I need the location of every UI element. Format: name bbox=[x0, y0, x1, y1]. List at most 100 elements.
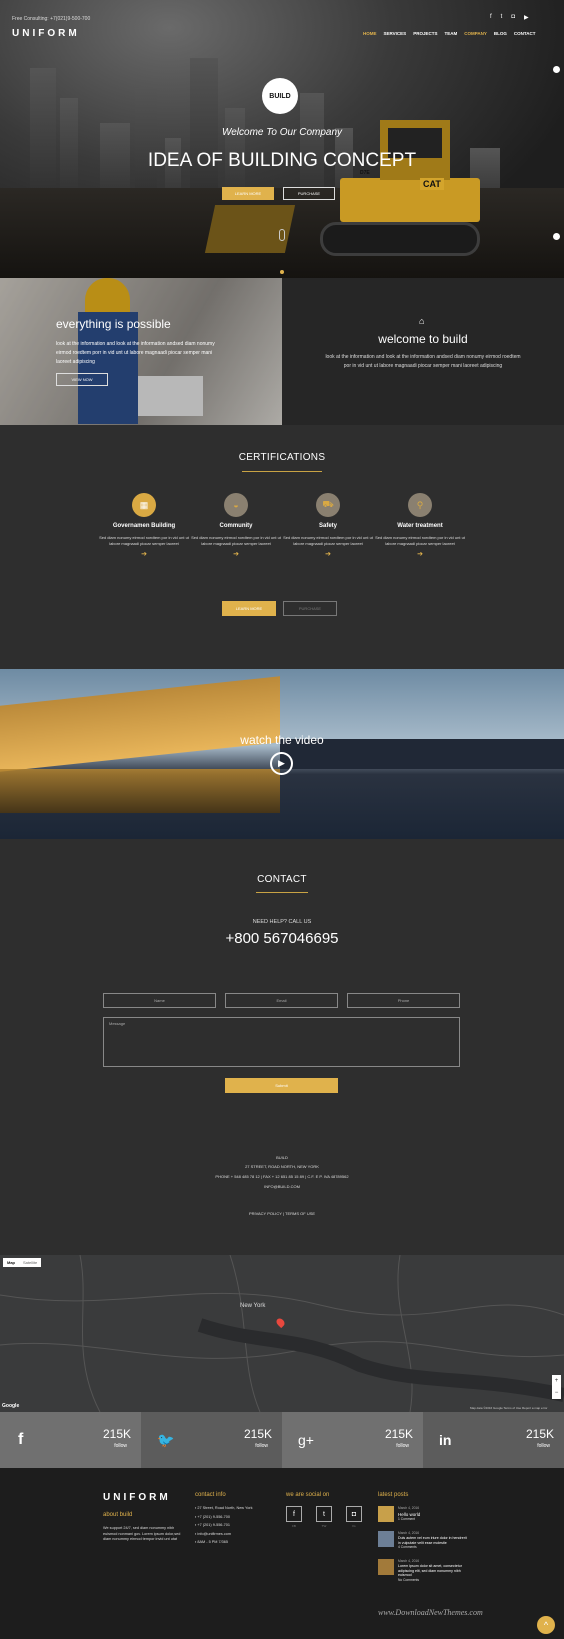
contact-section: CONTACT NEED HELP? CALL US +800 56704669… bbox=[0, 839, 564, 1255]
bulldozer-body bbox=[340, 178, 480, 222]
facebook-icon: f bbox=[18, 1431, 24, 1448]
instagram-icon: ◘ bbox=[346, 1506, 362, 1522]
view-now-button[interactable]: VIEW NOW bbox=[56, 373, 108, 386]
back-to-top-icon[interactable]: ^ bbox=[537, 1616, 555, 1634]
need-help-text: NEED HELP? CALL US bbox=[252, 919, 312, 925]
slider-dot[interactable] bbox=[280, 270, 284, 274]
post-thumbnail bbox=[378, 1506, 394, 1522]
post-thumbnail bbox=[378, 1530, 394, 1547]
cert-learn-more-button[interactable]: LEARN MORE bbox=[222, 601, 276, 616]
map-roads bbox=[0, 1255, 564, 1412]
social-facebook[interactable]: f 215K follow bbox=[0, 1412, 141, 1468]
twitter-icon: t bbox=[316, 1506, 332, 1522]
truck-icon: ⛟ bbox=[316, 493, 340, 517]
split-right-title: welcome to build bbox=[378, 332, 468, 346]
zoom-out-icon[interactable]: − bbox=[555, 1390, 559, 1396]
footer-facebook[interactable]: f FB bbox=[286, 1506, 302, 1528]
nav-home[interactable]: HOME bbox=[363, 31, 377, 36]
play-icon[interactable]: ▶ bbox=[270, 752, 293, 775]
slider-prev-icon[interactable] bbox=[553, 233, 560, 240]
social-follow: follow bbox=[114, 1443, 127, 1449]
arrow-right-icon[interactable]: ➔ bbox=[190, 550, 282, 558]
social-follow: follow bbox=[255, 1443, 268, 1449]
social-count: 215K bbox=[384, 1427, 413, 1441]
name-input[interactable]: Name bbox=[103, 993, 216, 1008]
post-title[interactable]: Lorem ipsum dolor sit amet, consectetur … bbox=[398, 1564, 468, 1578]
scroll-mouse-icon bbox=[279, 229, 285, 241]
nav-contact[interactable]: CONTACT bbox=[514, 31, 536, 36]
split-left-panel: everything is possible look at the infor… bbox=[0, 278, 282, 425]
footer-logo[interactable]: UNIFORM bbox=[103, 1492, 171, 1503]
footer-instagram[interactable]: ◘ IG bbox=[346, 1506, 362, 1528]
cert-purchase-button[interactable]: PURCHASE bbox=[283, 601, 337, 616]
nav-team[interactable]: TEAM bbox=[444, 31, 457, 36]
nav-projects[interactable]: PROJECTS bbox=[413, 31, 437, 36]
post-title[interactable]: Duis autem vel eum iriure dolor in hendr… bbox=[398, 1536, 468, 1545]
social-twitter[interactable]: 🐦 215K follow bbox=[141, 1412, 282, 1468]
bulldozer-track bbox=[320, 222, 480, 256]
phone-icon: ▪ +7 (201) 9-556-700 bbox=[195, 1514, 231, 1519]
facebook-icon[interactable]: f bbox=[490, 14, 492, 21]
facebook-icon: f bbox=[286, 1506, 302, 1522]
arrow-right-icon[interactable]: ➔ bbox=[98, 550, 190, 558]
video-section: watch the video ▶ bbox=[0, 669, 564, 839]
contact-title: CONTACT bbox=[257, 874, 307, 885]
social-label: IG bbox=[352, 1524, 356, 1528]
map-attribution: Map data ©2016 Google Terms of Use Repor… bbox=[470, 1406, 548, 1410]
cert-text: Sed diam nonumy eirmod roedtem por in vi… bbox=[375, 535, 465, 546]
social-label: FB bbox=[292, 1524, 296, 1528]
twitter-icon[interactable]: t bbox=[501, 14, 503, 21]
map-city-label: New York bbox=[240, 1303, 266, 1309]
mail-icon[interactable]: ▪ info@unifirmes.com bbox=[195, 1532, 253, 1538]
certifications-section: CERTIFICATIONS ▦ Governamen Building Sed… bbox=[0, 425, 564, 669]
social-title: we are social on bbox=[286, 1492, 330, 1498]
company-phones: PHONE + 548 485 78 12 | FAX + 12 651 85 … bbox=[215, 1174, 349, 1179]
instagram-icon[interactable]: ◘ bbox=[511, 14, 515, 21]
hero-subtitle: Welcome To Our Company bbox=[221, 127, 343, 138]
company-email[interactable]: INFO@BUILD.COM bbox=[0, 1184, 564, 1190]
hero-purchase-button[interactable]: PURCHASE bbox=[283, 187, 335, 200]
split-left-title: everything is possible bbox=[56, 317, 171, 331]
arrow-right-icon[interactable]: ➔ bbox=[282, 550, 374, 558]
youtube-icon[interactable]: ▶ bbox=[524, 14, 529, 21]
message-textarea[interactable]: Message bbox=[103, 1017, 460, 1067]
social-linkedin[interactable]: in 215K follow bbox=[423, 1412, 564, 1468]
post-item[interactable]: March 4, 2016 Hello world 1 Comment bbox=[378, 1506, 468, 1523]
twitter-icon: 🐦 bbox=[157, 1431, 175, 1448]
nav-services[interactable]: SERVICES bbox=[384, 31, 407, 36]
legal-links[interactable]: PRIVACY POLICY | TERMS OF USE bbox=[0, 1211, 564, 1217]
cert-item-safety: ⛟ Safety Sed diam nonumy eirmod roedtem … bbox=[282, 493, 374, 558]
google-logo: Google bbox=[2, 1403, 20, 1409]
latest-posts-title: latest posts bbox=[378, 1492, 409, 1498]
footer-twitter[interactable]: t TW bbox=[316, 1506, 332, 1528]
company-name: BUILD bbox=[276, 1155, 288, 1160]
email-input[interactable]: Email bbox=[225, 993, 338, 1008]
building-icon: ▦ bbox=[132, 493, 156, 517]
hardhat-icon: ◒ bbox=[224, 493, 248, 517]
social-google-plus[interactable]: g+ 215K follow bbox=[282, 1412, 423, 1468]
nav-company[interactable]: COMPANY bbox=[464, 31, 487, 36]
hero-learn-more-button[interactable]: LEARN MORE bbox=[222, 187, 274, 200]
social-follow: follow bbox=[396, 1443, 409, 1449]
consulting-text: Free Consulting: +7(021)9-500-700 bbox=[12, 16, 91, 22]
post-item[interactable]: March 4, 2016 Duis autem vel eum iriure … bbox=[378, 1530, 468, 1551]
cert-text: Sed diam nonumy eirmod roedtem por in vi… bbox=[283, 535, 373, 546]
social-count: 215K bbox=[243, 1427, 272, 1441]
arrow-right-icon[interactable]: ➔ bbox=[374, 550, 466, 558]
site-logo[interactable]: UNIFORM bbox=[12, 28, 80, 39]
cert-title: Safety bbox=[318, 523, 337, 529]
watermark: www.DownloadNewThemes.com bbox=[378, 1608, 483, 1617]
post-meta: No Comments bbox=[398, 1577, 420, 1582]
contact-info-title: contact info bbox=[195, 1492, 226, 1498]
location-icon: ▪ 27 Street, Road North, New York bbox=[195, 1506, 253, 1510]
satellite-button[interactable]: Satellite bbox=[19, 1258, 41, 1267]
nav-blog[interactable]: BLOG bbox=[494, 31, 507, 36]
post-item[interactable]: March 4, 2016 Lorem ipsum dolor sit amet… bbox=[378, 1558, 468, 1584]
map-section[interactable]: Map Satellite New York Google Map data ©… bbox=[0, 1255, 564, 1412]
zoom-in-icon[interactable]: + bbox=[555, 1378, 559, 1384]
map-button[interactable]: Map bbox=[3, 1258, 19, 1267]
map-type-control: Map Satellite bbox=[3, 1258, 42, 1267]
slider-next-icon[interactable] bbox=[553, 66, 560, 73]
phone-input[interactable]: Phone bbox=[347, 993, 460, 1008]
submit-button[interactable]: Submit bbox=[225, 1078, 338, 1093]
